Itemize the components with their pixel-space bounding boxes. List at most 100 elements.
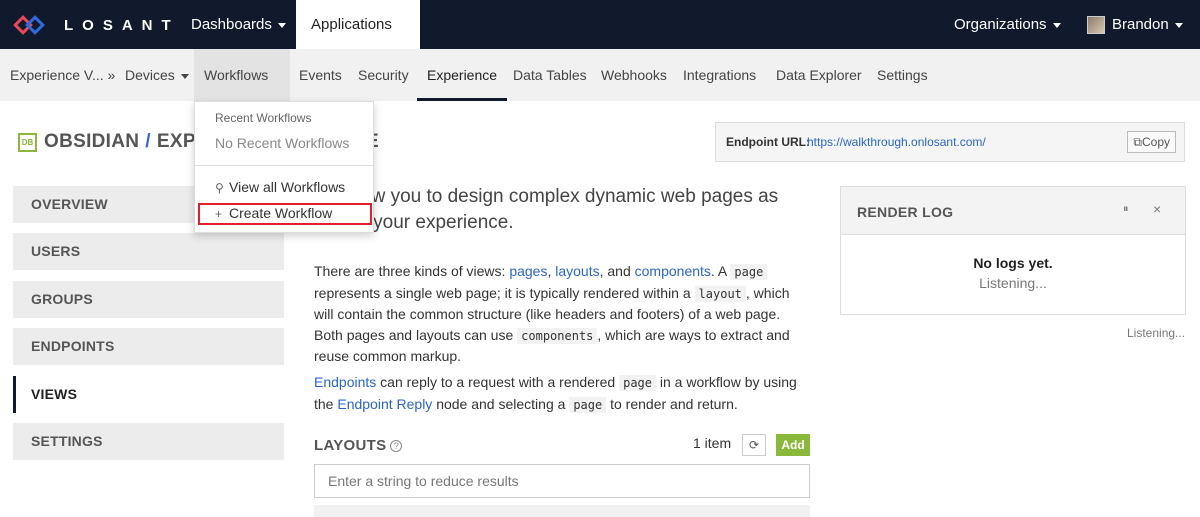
recent-workflows-header: Recent Workflows — [215, 111, 312, 125]
sidebar-item-groups[interactable]: GROUPS — [13, 281, 284, 318]
nav-dashboards[interactable]: Dashboards — [176, 0, 301, 49]
close-icon[interactable]: × — [1153, 201, 1161, 217]
copy-label: Copy — [1141, 135, 1170, 149]
subnav-label: Webhooks — [601, 67, 667, 83]
subnav-webhooks[interactable]: Webhooks — [591, 49, 677, 101]
subnav-data-tables[interactable]: Data Tables — [503, 49, 597, 101]
subnav-settings[interactable]: Settings — [867, 49, 938, 101]
intro-line-1: allow you to design complex dynamic web … — [342, 186, 779, 207]
code-page: page — [569, 396, 607, 413]
text: . A — [710, 263, 731, 279]
views-description: There are three kinds of views: pages, l… — [314, 261, 809, 367]
text: represents a single web page; it is typi… — [314, 284, 695, 301]
layouts-list — [314, 505, 810, 517]
chevron-down-icon — [180, 73, 189, 79]
layouts-filter-input[interactable] — [314, 464, 810, 498]
subnav-experience-view[interactable]: Experience V... » — [0, 49, 125, 101]
render-log-empty: No logs yet. — [973, 255, 1053, 271]
subnav-label: Events — [299, 67, 342, 83]
nav-organizations-label: Organizations — [954, 16, 1047, 33]
sidebar-item-users[interactable]: USERS — [13, 233, 284, 270]
breadcrumb-app[interactable]: OBSIDIAN — [44, 131, 139, 152]
layouts-count: 1 item — [693, 435, 732, 451]
subnav-integrations[interactable]: Integrations — [673, 49, 766, 101]
views-intro: allow you to design complex dynamic web … — [314, 184, 814, 236]
text: to render and return. — [606, 395, 738, 412]
subnav-label: Settings — [877, 67, 928, 83]
render-log-header: RENDER LOG ⏸ × — [841, 187, 1185, 235]
subnav-workflows[interactable]: Workflows — [194, 49, 290, 131]
link-endpoints[interactable]: Endpoints — [314, 374, 376, 390]
subnav-label: Integrations — [683, 67, 757, 83]
nav-applications-label: Applications — [311, 16, 392, 33]
code-components: components — [517, 327, 598, 344]
application-subnav: Experience V... » Devices Workflows Even… — [0, 49, 1200, 131]
layouts-title: LAYOUTS — [314, 437, 387, 454]
help-icon[interactable]: ? — [390, 440, 403, 453]
workflows-dropdown: Recent Workflows No Recent Workflows ⚲ Vi… — [194, 101, 374, 233]
endpoint-url-box: Endpoint URL: https://walkthrough.onlosa… — [715, 122, 1185, 162]
link-pages[interactable]: pages — [509, 263, 547, 279]
subnav-label: Data Explorer — [776, 67, 862, 83]
subnav-label: Workflows — [204, 67, 269, 83]
nav-dashboards-label: Dashboards — [191, 16, 272, 33]
search-icon: ⚲ — [215, 181, 224, 195]
breadcrumb-separator: / — [145, 131, 151, 152]
copy-button[interactable]: ⧉Copy — [1127, 131, 1176, 153]
view-all-label: View all Workflows — [229, 179, 346, 195]
view-all-workflows-item[interactable]: ⚲ View all Workflows — [215, 179, 345, 195]
render-log-listening: Listening... — [979, 275, 1047, 291]
top-navbar: LOSANT Dashboards Applications Organizat… — [0, 0, 1200, 77]
layouts-heading: LAYOUTS? — [314, 437, 403, 454]
divider — [195, 165, 373, 166]
subnav-label: Experience V... » — [10, 67, 116, 83]
text: can reply to a request with a rendered — [376, 374, 620, 390]
chevron-down-icon — [1052, 22, 1061, 28]
nav-applications[interactable]: Applications — [296, 0, 420, 77]
subnav-label: Security — [358, 67, 409, 83]
subnav-label: Devices — [125, 67, 175, 83]
code-layout: layout — [694, 285, 746, 302]
sidebar-item-views[interactable]: VIEWS — [13, 376, 284, 413]
sidebar-item-settings[interactable]: SETTINGS — [13, 423, 284, 460]
text: There are three kinds of views: — [314, 263, 510, 279]
refresh-icon: ⟳ — [748, 438, 760, 452]
create-workflow-highlight — [198, 203, 372, 225]
brand-name: LOSANT — [64, 16, 180, 34]
user-name: Brandon — [1112, 16, 1169, 33]
copy-icon: ⧉ — [1133, 135, 1142, 149]
add-layout-button[interactable]: Add — [776, 434, 810, 456]
render-log-panel: RENDER LOG ⏸ × No logs yet. Listening... — [840, 186, 1186, 315]
sidebar-item-endpoints[interactable]: ENDPOINTS — [13, 328, 284, 365]
subnav-devices[interactable]: Devices — [115, 49, 199, 101]
endpoint-url-link[interactable]: https://walkthrough.onlosant.com/ — [807, 135, 986, 149]
link-endpoint-reply[interactable]: Endpoint Reply — [337, 396, 432, 412]
chevron-down-icon — [1174, 22, 1183, 28]
intro-line-2: part of your experience. — [314, 212, 514, 233]
subnav-events[interactable]: Events — [289, 49, 352, 101]
subnav-label: Experience — [427, 67, 498, 83]
losant-logo-icon — [13, 14, 52, 36]
losant-logo[interactable]: LOSANT — [13, 14, 180, 36]
endpoint-url-label: Endpoint URL: — [726, 135, 810, 149]
render-log-title: RENDER LOG — [857, 204, 954, 220]
endpoints-description: Endpoints can reply to a request with a … — [314, 372, 809, 415]
nav-organizations[interactable]: Organizations — [939, 0, 1076, 49]
no-recent-workflows: No Recent Workflows — [215, 135, 350, 151]
text: node and selecting a — [432, 395, 570, 412]
code-page: page — [730, 264, 768, 280]
subnav-data-explorer[interactable]: Data Explorer — [766, 49, 872, 101]
text: , and — [599, 263, 635, 279]
user-menu[interactable]: Brandon — [1072, 0, 1198, 49]
app-badge: DB — [18, 133, 37, 152]
subnav-experience[interactable]: Experience — [417, 49, 508, 101]
subnav-security[interactable]: Security — [348, 49, 419, 101]
avatar — [1087, 16, 1105, 35]
link-components[interactable]: components — [635, 263, 711, 279]
subnav-label: Data Tables — [513, 67, 587, 83]
code-page: page — [619, 375, 656, 391]
chevron-down-icon — [277, 22, 286, 28]
link-layouts[interactable]: layouts — [555, 263, 599, 279]
refresh-button[interactable]: ⟳ — [742, 434, 766, 456]
pause-icon[interactable]: ⏸ — [1123, 203, 1129, 216]
